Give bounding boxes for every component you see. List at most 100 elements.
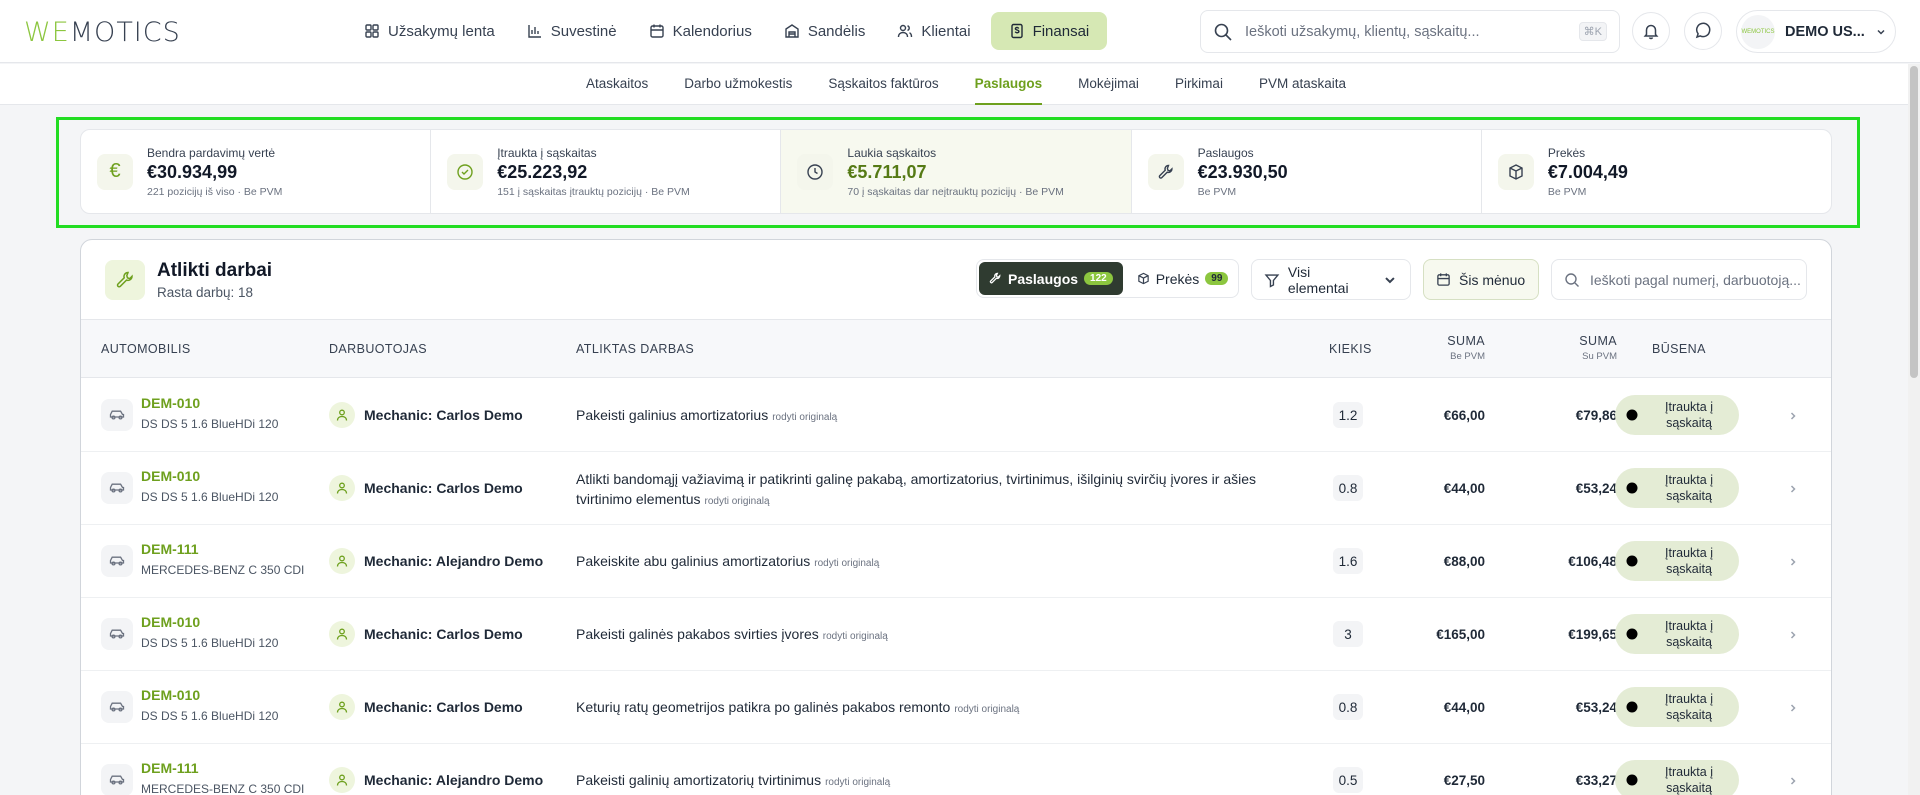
top-bar: WEMOTICS Užsakymų lenta Suvestinė Kalend…: [0, 0, 1920, 63]
table-row[interactable]: DEM-010 DS DS 5 1.6 BlueHDi 120 Mechanic: …: [81, 379, 1831, 452]
show-original-link[interactable]: rodyti originalą: [814, 558, 879, 569]
quantity: 3: [1333, 621, 1363, 647]
show-original-link[interactable]: rodyti originalą: [825, 777, 890, 788]
user-name: DEMO US...: [1785, 23, 1865, 40]
table-row[interactable]: DEM-111 MERCEDES-BENZ C 350 CDI Mechanic: …: [81, 525, 1831, 598]
stats-bar: € Bendra pardavimų vertė €30.934,99 221 po…: [80, 129, 1832, 214]
services-toggle-button[interactable]: Paslaugos 122: [979, 262, 1123, 295]
grid-icon: [365, 24, 379, 38]
search-input[interactable]: Ieškoti užsakymų, klientų, sąskaitų...: [1245, 24, 1567, 40]
table-row[interactable]: DEM-010 DS DS 5 1.6 BlueHDi 120 Mechanic: …: [81, 671, 1831, 744]
table-row[interactable]: DEM-010 DS DS 5 1.6 BlueHDi 120 Mechanic: …: [81, 598, 1831, 671]
sum-gross: €33,27: [1575, 773, 1617, 788]
stat-awaiting-invoice: Laukia sąskaitos €5.711,07 70 į sąskaitas …: [781, 130, 1132, 213]
filter-icon: [1264, 273, 1280, 288]
nav-item-warehouse[interactable]: Sandėlis: [772, 12, 878, 50]
show-original-link[interactable]: rodyti originalą: [954, 704, 1019, 715]
tab-services[interactable]: Paslaugos: [974, 64, 1043, 105]
table-header: AUTOMOBILIS DARBUOTOJAS ATLIKTAS DARBAS …: [81, 320, 1831, 378]
work-description: Pakeiskite abu galinius amortizatorius ro…: [576, 553, 880, 569]
chevron-right-icon[interactable]: [1787, 555, 1799, 567]
nav-item-summary[interactable]: Suvestinė: [515, 12, 629, 50]
show-original-link[interactable]: rodyti originalą: [823, 631, 888, 642]
scrollbar-thumb[interactable]: [1910, 66, 1918, 378]
panel-title: Atlikti darbai: [157, 260, 273, 281]
mechanic-name: Mechanic: Alejandro Demo: [364, 553, 544, 569]
chevron-right-icon[interactable]: [1787, 774, 1799, 786]
check-circle-icon: [1626, 409, 1638, 421]
table-row[interactable]: DEM-111 MERCEDES-BENZ C 350 CDI Mechanic: …: [81, 744, 1831, 795]
logo[interactable]: WEMOTICS: [24, 17, 181, 48]
nav-item-calendar[interactable]: Kalendorius: [637, 12, 764, 50]
vehicle-plate[interactable]: DEM-010: [141, 614, 200, 630]
tab-vat-report[interactable]: PVM ataskaita: [1259, 64, 1346, 105]
chevron-right-icon[interactable]: [1787, 482, 1799, 494]
quantity: 0.5: [1333, 767, 1363, 793]
items-filter-dropdown[interactable]: Visi elementai: [1251, 259, 1411, 300]
user-icon: [329, 621, 355, 647]
check-circle-icon: [1626, 628, 1638, 640]
chevron-right-icon[interactable]: [1787, 409, 1799, 421]
nav-item-orders-board[interactable]: Užsakymų lenta: [352, 12, 507, 50]
status-badge[interactable]: Įtraukta į sąskaitą: [1615, 760, 1739, 795]
notifications-button[interactable]: [1632, 12, 1670, 50]
tab-reports[interactable]: Ataskaitos: [586, 64, 648, 105]
vehicle-model: DS DS 5 1.6 BlueHDi 120: [141, 709, 279, 723]
user-icon: [329, 548, 355, 574]
page-scrollbar[interactable]: [1908, 64, 1920, 795]
sum-gross: €79,86: [1575, 408, 1617, 423]
tab-purchases[interactable]: Pirkimai: [1175, 64, 1223, 105]
vehicle-model: MERCEDES-BENZ C 350 CDI: [141, 563, 305, 577]
stat-goods: Prekės €7.004,49 Be PVM: [1482, 130, 1831, 213]
user-menu[interactable]: WEMOTICS DEMO US...: [1736, 10, 1896, 53]
nav-item-clients[interactable]: Klientai: [885, 12, 982, 50]
tab-payroll[interactable]: Darbo užmokestis: [684, 64, 792, 105]
messages-button[interactable]: [1684, 12, 1722, 50]
tab-invoices[interactable]: Sąskaitos faktūros: [828, 64, 938, 105]
col-car: AUTOMOBILIS: [101, 342, 191, 356]
col-work: ATLIKTAS DARBAS: [576, 342, 695, 356]
status-badge[interactable]: Įtraukta į sąskaitą: [1615, 395, 1739, 435]
vehicle-plate[interactable]: DEM-111: [141, 760, 199, 776]
check-circle-icon: [447, 153, 484, 190]
search-icon: [1214, 23, 1232, 41]
quantity: 0.8: [1333, 694, 1363, 720]
col-sum-net: SUMA Be PVM: [1447, 334, 1485, 362]
show-original-link[interactable]: rodyti originalą: [772, 412, 837, 423]
show-original-link[interactable]: rodyti originalą: [705, 496, 770, 507]
chevron-right-icon[interactable]: [1787, 628, 1799, 640]
vehicle-plate[interactable]: DEM-010: [141, 687, 200, 703]
sum-net: €88,00: [1443, 554, 1485, 569]
chevron-down-icon: [1385, 276, 1395, 283]
chevron-right-icon[interactable]: [1787, 701, 1799, 713]
mechanic-name: Mechanic: Carlos Demo: [364, 699, 523, 715]
vehicle-plate[interactable]: DEM-010: [141, 468, 200, 484]
dollar-doc-icon: [1010, 23, 1023, 39]
col-sum-gross: SUMA Su PVM: [1579, 334, 1617, 362]
car-icon: [101, 545, 133, 577]
status-badge[interactable]: Įtraukta į sąskaitą: [1615, 468, 1739, 508]
goods-toggle-button[interactable]: Prekės 99: [1127, 262, 1239, 295]
col-employee: DARBUOTOJAS: [329, 342, 427, 356]
period-button[interactable]: Šis mėnuo: [1423, 259, 1539, 300]
nav-item-finances[interactable]: Finansai: [990, 12, 1108, 50]
count-badge: 99: [1205, 272, 1229, 285]
stat-total-sales: € Bendra pardavimų vertė €30.934,99 221 po…: [81, 130, 432, 213]
search-icon: [1565, 272, 1579, 287]
global-search[interactable]: Ieškoti užsakymų, klientų, sąskaitų... ⌘…: [1200, 10, 1620, 53]
vehicle-plate[interactable]: DEM-111: [141, 541, 199, 557]
vehicle-plate[interactable]: DEM-010: [141, 395, 200, 411]
user-icon: [329, 402, 355, 428]
quantity: 1.2: [1333, 402, 1363, 428]
status-badge[interactable]: Įtraukta į sąskaitą: [1615, 614, 1739, 654]
bar-chart-icon: [528, 25, 541, 38]
table-row[interactable]: DEM-010 DS DS 5 1.6 BlueHDi 120 Mechanic: …: [81, 452, 1831, 525]
works-search-input[interactable]: Ieškoti pagal numerį, darbuotoją...: [1551, 259, 1807, 300]
mechanic-name: Mechanic: Carlos Demo: [364, 626, 523, 642]
tab-payments[interactable]: Mokėjimai: [1078, 64, 1139, 105]
status-badge[interactable]: Įtraukta į sąskaitą: [1615, 687, 1739, 727]
status-badge[interactable]: Įtraukta į sąskaitą: [1615, 541, 1739, 581]
chat-icon: [1695, 22, 1711, 39]
stat-services: Paslaugos €23.930,50 Be PVM: [1132, 130, 1482, 213]
sum-gross: €53,24: [1575, 700, 1617, 715]
